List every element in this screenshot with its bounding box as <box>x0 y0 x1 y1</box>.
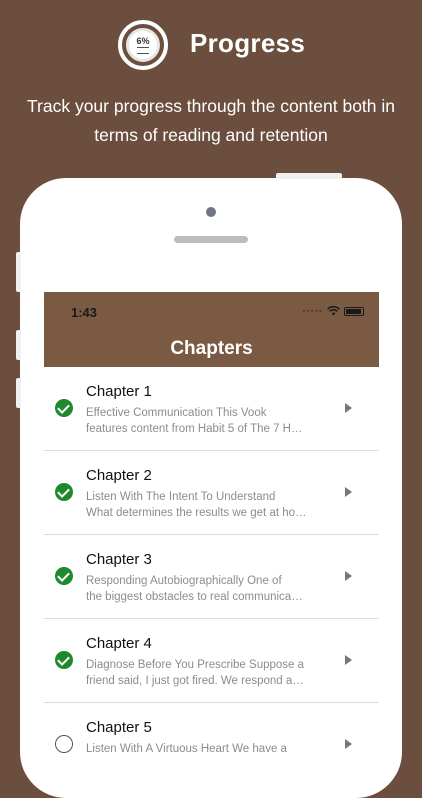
phone-side-button <box>16 378 21 408</box>
chapter-description-line: the biggest obstacles to real communica… <box>86 591 303 603</box>
chevron-right-icon <box>345 739 352 749</box>
navigation-bar: 1:43 ••••• Chapters <box>44 292 379 367</box>
chapter-description: Effective Communication This Vook featur… <box>86 405 331 437</box>
chapter-description: Listen With The Intent To Understand Wha… <box>86 489 331 521</box>
chapter-description-line: features content from Habit 5 of The 7 H… <box>86 423 303 435</box>
battery-icon <box>344 306 364 316</box>
status-time: 1:43 <box>71 305 98 320</box>
completed-check-icon <box>55 651 73 669</box>
phone-side-button <box>16 330 21 360</box>
completed-check-icon <box>55 399 73 417</box>
chapter-row-5[interactable]: Chapter 5 Listen With A Virtuous Heart W… <box>44 703 379 762</box>
chapter-description-line: Listen With A Virtuous Heart We have a <box>86 743 287 755</box>
wifi-icon <box>327 306 340 316</box>
badge-percent: 6% <box>136 36 150 46</box>
chapter-row-2[interactable]: Chapter 2 Listen With The Intent To Unde… <box>44 451 379 535</box>
completed-check-icon <box>55 567 73 585</box>
chapter-list: Chapter 1 Effective Communication This V… <box>44 367 379 762</box>
chapter-description-line: Responding Autobiographically One of <box>86 575 282 587</box>
chapter-title: Chapter 2 <box>86 467 152 484</box>
chapter-row-1[interactable]: Chapter 1 Effective Communication This V… <box>44 367 379 451</box>
page-subtitle: Track your progress through the content … <box>26 96 396 145</box>
chapter-row-4[interactable]: Chapter 4 Diagnose Before You Prescribe … <box>44 619 379 703</box>
nav-title: Chapters <box>170 338 253 359</box>
camera-icon <box>206 207 216 217</box>
chapter-description: Responding Autobiographically One of the… <box>86 573 331 605</box>
chapter-description-line: Effective Communication This Vook <box>86 407 267 419</box>
page-title: Progress <box>190 28 306 58</box>
phone-side-button <box>16 252 21 292</box>
signal-icon: ••••• <box>302 306 323 316</box>
chapter-title: Chapter 4 <box>86 635 152 652</box>
speaker-grille <box>174 236 248 243</box>
phone-top-button <box>276 173 342 179</box>
chevron-right-icon <box>345 487 352 497</box>
chapter-description: Diagnose Before You Prescribe Suppose a … <box>86 657 331 689</box>
chapter-description-line: Diagnose Before You Prescribe Suppose a <box>86 659 305 671</box>
chevron-right-icon <box>345 655 352 665</box>
phone-screen: 1:43 ••••• Chapters Chapter 1 Effective … <box>44 292 379 762</box>
chevron-right-icon <box>345 571 352 581</box>
chapter-row-3[interactable]: Chapter 3 Responding Autobiographically … <box>44 535 379 619</box>
chapter-description-line: Listen With The Intent To Understand <box>86 491 276 503</box>
incomplete-circle-icon <box>55 735 73 753</box>
chapter-title: Chapter 3 <box>86 551 152 568</box>
chapter-description-line: friend said, I just got fired. We respon… <box>86 675 304 687</box>
chevron-right-icon <box>345 403 352 413</box>
badge-lines <box>137 47 149 54</box>
progress-badge-inner: 6% <box>126 28 160 62</box>
completed-check-icon <box>55 483 73 501</box>
chapter-description: Listen With A Virtuous Heart We have a <box>86 741 331 762</box>
chapter-title: Chapter 5 <box>86 719 152 736</box>
chapter-title: Chapter 1 <box>86 383 152 400</box>
chapter-description-line: What determines the results we get at ho… <box>86 507 307 519</box>
progress-badge-icon: 6% <box>118 20 168 70</box>
status-indicators: ••••• <box>302 306 364 316</box>
